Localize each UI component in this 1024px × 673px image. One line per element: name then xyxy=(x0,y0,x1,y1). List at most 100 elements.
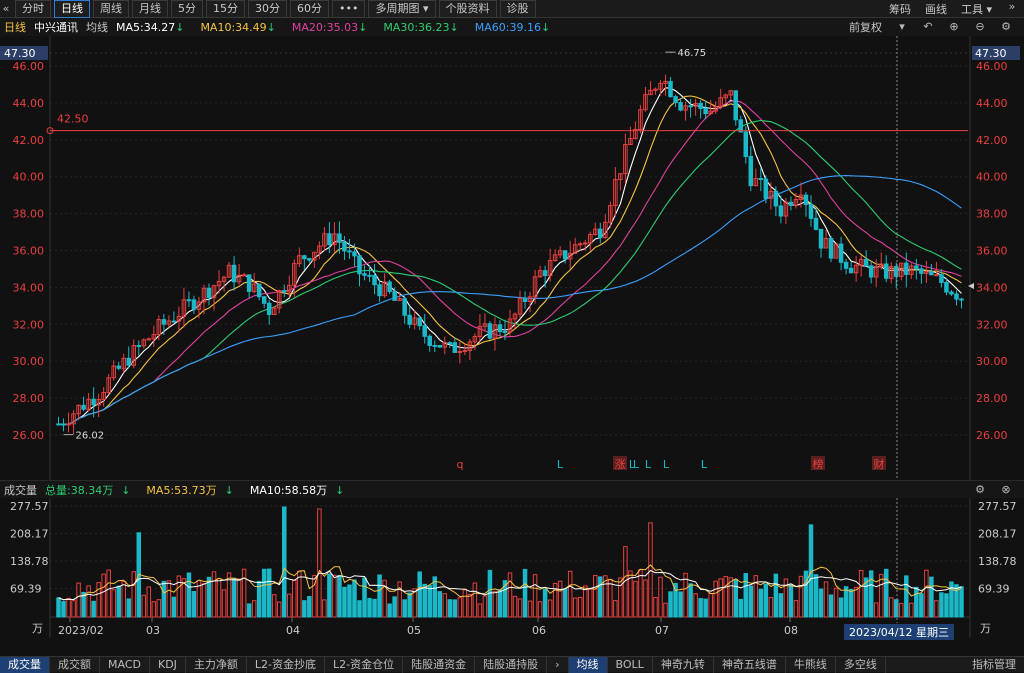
volume-bar xyxy=(828,594,834,618)
top-price-tag-left: 47.30 xyxy=(4,47,36,60)
period-tab-5min[interactable]: 5分 xyxy=(171,0,203,18)
cursor-date-label: 2023/04/12 星期三 xyxy=(849,626,949,639)
volume-bar xyxy=(693,593,698,618)
adjust-caret-icon[interactable]: ▾ xyxy=(896,21,908,33)
volume-bar xyxy=(467,593,473,618)
price-chart[interactable]: 46.00 46.00 44.00 44.00 42.00 42.00 40.00 40.00… xyxy=(0,36,1024,480)
volume-bar xyxy=(266,568,272,618)
volume-bar xyxy=(738,598,744,618)
more-button[interactable]: ••• xyxy=(332,0,366,18)
ma-trend-arrow: ↓ xyxy=(540,20,551,34)
event-marker: L xyxy=(701,458,708,471)
volume-bar xyxy=(307,596,312,618)
volume-bar xyxy=(96,582,101,618)
draw-line-button[interactable]: 画线 xyxy=(925,1,947,17)
tab-hk-connect-holdings[interactable]: 陆股通持股 xyxy=(475,656,548,673)
tab-l2-bottom[interactable]: L2-资金抄底 xyxy=(247,656,326,673)
close-icon[interactable]: ⊗ xyxy=(1000,484,1012,496)
candle-body xyxy=(231,264,237,283)
zoom-out-icon[interactable]: ⊖ xyxy=(974,21,986,33)
volume-bar xyxy=(251,600,257,618)
period-tab-weekly[interactable]: 周线 xyxy=(93,0,129,18)
tab-hk-connect-funds[interactable]: 陆股通资金 xyxy=(403,656,476,673)
tab-magic-five[interactable]: 神奇五线谱 xyxy=(714,656,786,673)
period-tab-60min[interactable]: 60分 xyxy=(290,0,329,18)
price-axis-label-left: 46.00 xyxy=(13,60,45,73)
volume-bar xyxy=(663,602,668,618)
volume-bar xyxy=(151,601,157,618)
volume-chart[interactable]: 277.57 277.57 208.17 208.17 138.78 138.78 69.3… xyxy=(0,498,1024,656)
tools-button[interactable]: 工具 ▾ xyxy=(961,1,992,17)
toolbar-right: 筹码 画线 工具 ▾ » xyxy=(889,0,1024,17)
chips-button[interactable]: 筹码 xyxy=(889,1,911,17)
volume-tools: ⚙ ⊗ xyxy=(974,481,1020,499)
tab-volume[interactable]: 成交量 xyxy=(0,656,50,673)
multi-period-dropdown[interactable]: 多周期图 ▾ xyxy=(368,0,436,18)
period-tab-monthly[interactable]: 月线 xyxy=(132,0,168,18)
candle-body xyxy=(808,203,814,219)
tab-main-net[interactable]: 主力净额 xyxy=(186,656,247,673)
tab-l2-position[interactable]: L2-资金仓位 xyxy=(325,656,404,673)
volume-bar xyxy=(833,587,839,618)
candle-body xyxy=(929,271,934,276)
tab-macd[interactable]: MACD xyxy=(100,656,150,673)
candle-body xyxy=(542,270,548,277)
candle-body xyxy=(432,344,438,347)
candle-body xyxy=(688,105,693,108)
volume-bar xyxy=(131,571,137,618)
volume-ma5-value: MA5:53.73万 xyxy=(146,483,217,497)
candle-body xyxy=(778,205,784,217)
period-tab-fenshi[interactable]: 分时 xyxy=(15,0,51,18)
price-axis-label-right: 40.00 xyxy=(976,171,1008,184)
price-axis-label-left: 38.00 xyxy=(13,208,45,221)
period-tab-daily[interactable]: 日线 xyxy=(54,0,90,18)
volume-bar xyxy=(894,599,899,618)
tab-boll[interactable]: BOLL xyxy=(608,656,653,673)
volume-bar xyxy=(909,602,914,618)
tab-bull-bear[interactable]: 牛熊线 xyxy=(786,656,836,673)
volume-bar xyxy=(848,588,854,618)
adjust-mode-button[interactable]: 前复权 xyxy=(849,19,882,35)
period-tab-30min[interactable]: 30分 xyxy=(248,0,287,18)
indicator-manage-button[interactable]: 指标管理 xyxy=(964,657,1024,673)
forward-icon[interactable]: » xyxy=(1006,0,1018,13)
settings-icon[interactable]: ⚙ xyxy=(974,484,986,496)
candle-body xyxy=(733,90,739,121)
event-marker: 涨 xyxy=(615,458,626,471)
volume-bar xyxy=(392,596,397,618)
volume-axis-label-right: 138.78 xyxy=(978,555,1017,568)
tab-turnover[interactable]: 成交额 xyxy=(50,656,100,673)
volume-bar xyxy=(231,577,237,618)
stock-name: 中兴通讯 xyxy=(34,21,78,34)
event-marker: L xyxy=(645,458,652,471)
volume-axis-label-left: 138.78 xyxy=(10,555,49,568)
date-axis-label: 04 xyxy=(286,624,300,637)
date-axis-label: 05 xyxy=(407,624,421,637)
stock-profile-button[interactable]: 个股资料 xyxy=(438,0,497,18)
ma-trend-arrow: ↓ xyxy=(175,20,185,34)
period-tab-15min[interactable]: 15分 xyxy=(206,0,245,18)
volume-bar xyxy=(537,601,543,618)
candle-body xyxy=(668,81,673,98)
event-marker: L xyxy=(557,458,564,471)
tab-long-short[interactable]: 多空线 xyxy=(836,656,886,673)
volume-bar xyxy=(562,588,568,618)
back-icon[interactable]: « xyxy=(0,2,12,15)
candle-body xyxy=(763,178,769,199)
tab-kdj[interactable]: KDJ xyxy=(150,656,186,673)
diagnose-button[interactable]: 诊股 xyxy=(499,0,536,18)
tab-ma[interactable]: 均线 xyxy=(568,656,608,673)
tabs-scroll-right-icon[interactable]: › xyxy=(547,656,569,673)
price-axis-label-right: 44.00 xyxy=(976,97,1008,110)
volume-bar xyxy=(703,598,708,618)
zoom-in-icon[interactable]: ⊕ xyxy=(948,21,960,33)
volume-bar xyxy=(302,600,307,618)
volume-bar xyxy=(708,593,713,618)
tab-magic-nine[interactable]: 神奇九转 xyxy=(653,656,714,673)
undo-icon[interactable]: ↶ xyxy=(922,21,934,33)
price-axis-label-left: 26.00 xyxy=(13,429,45,442)
candle-body xyxy=(161,319,167,325)
candle-body xyxy=(417,317,422,327)
candle-body xyxy=(457,350,463,353)
settings-icon[interactable]: ⚙ xyxy=(1000,21,1012,33)
